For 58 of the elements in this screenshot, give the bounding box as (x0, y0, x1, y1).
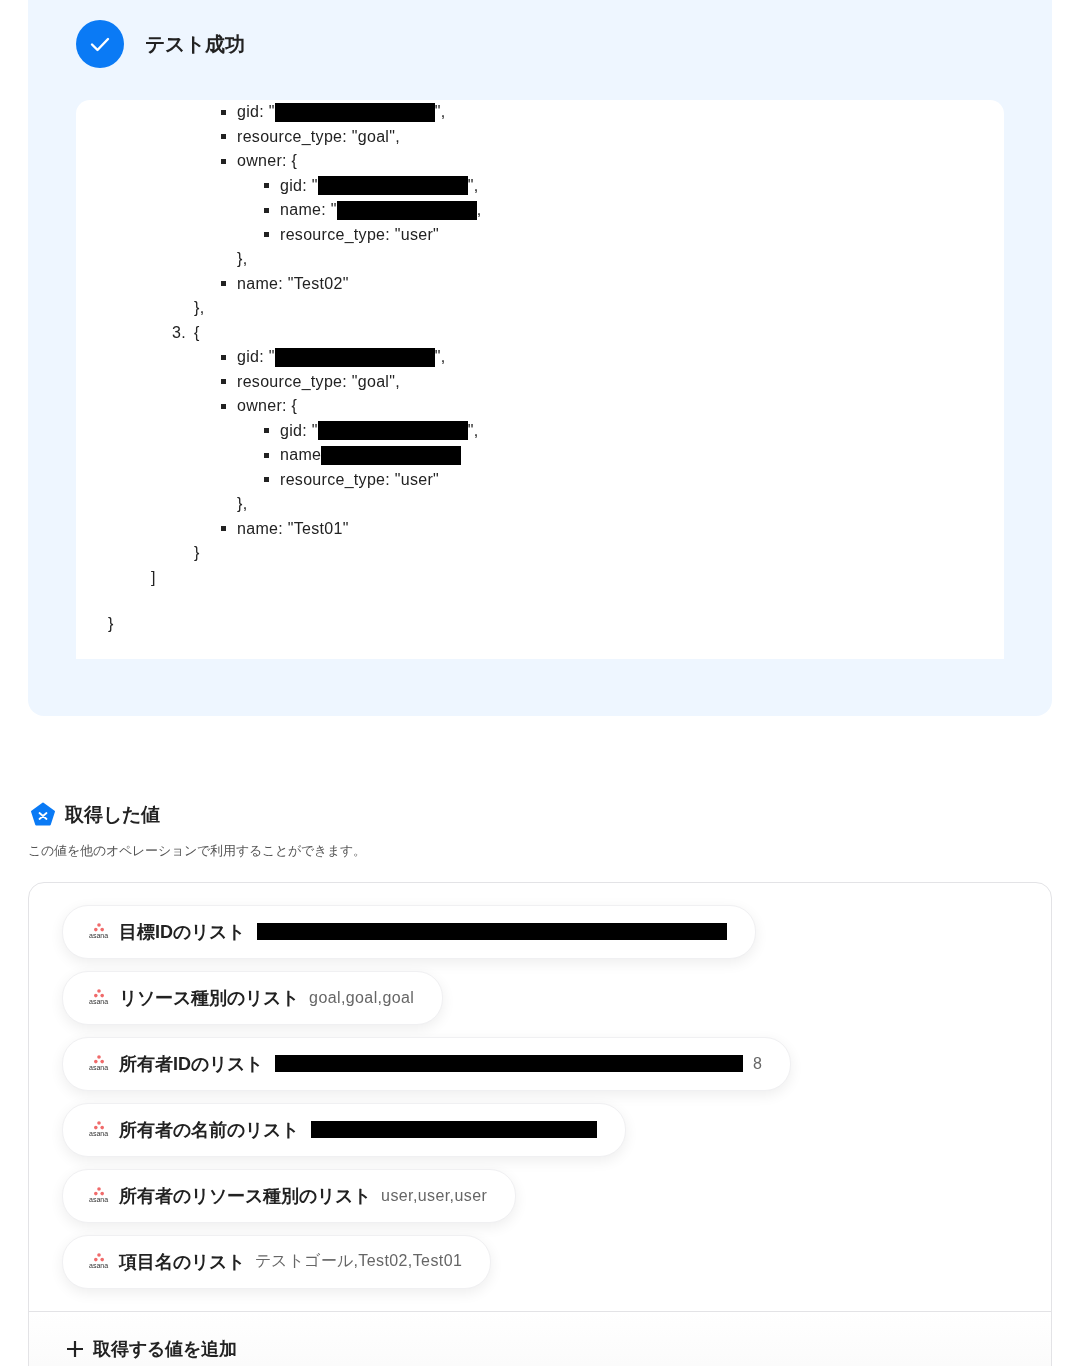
code-text: gid: " (280, 176, 318, 195)
dots-logo-icon (92, 1187, 105, 1196)
code-text: }, (237, 495, 248, 514)
bullet-icon (221, 403, 226, 409)
bullet-icon (221, 158, 226, 164)
dots-logo-icon (92, 1253, 105, 1262)
code-text: resource_type: "goal", (237, 127, 400, 146)
bullet-icon (221, 109, 226, 115)
code-text: ", (434, 103, 446, 122)
code-text: resource_type: "user" (280, 470, 440, 489)
code-text: gid: " (237, 103, 275, 122)
code-text: }, (237, 250, 248, 269)
section-title: 取得した値 (65, 802, 160, 827)
bullet-icon (221, 379, 226, 385)
bullet-icon (221, 354, 226, 360)
code-text: ", (467, 421, 479, 440)
plus-icon (66, 1339, 84, 1358)
value-text: goal,goal,goal (309, 988, 415, 1007)
code-text: name: " (280, 201, 337, 220)
bullet-icon (264, 477, 269, 483)
code-text: } (108, 615, 114, 634)
bullet-icon (264, 232, 269, 238)
code-text: resource_type: "user" (280, 225, 440, 244)
code-text: resource_type: "goal", (237, 372, 400, 391)
code-text: name: "Test02" (237, 274, 349, 293)
code-text: name (280, 446, 322, 465)
bullet-icon (221, 134, 226, 140)
code-text: , (476, 201, 482, 220)
bullet-icon (264, 207, 269, 213)
code-text: { (194, 323, 200, 342)
value-text: 8 (753, 1054, 763, 1073)
code-text: owner: { (237, 152, 298, 171)
bullet-icon (264, 428, 269, 434)
check-icon (76, 20, 124, 68)
bullet-icon (264, 183, 269, 189)
section-description: この値を他のオペレーションで利用することができます。 (28, 841, 367, 860)
code-text: ", (467, 176, 479, 195)
code-text: owner: { (237, 397, 298, 416)
value-text: user,user,user (381, 1186, 488, 1205)
code-text: gid: " (237, 348, 275, 367)
result-title: テスト成功 (145, 31, 245, 57)
code-text: ] (151, 568, 156, 587)
list-number: 3. (172, 323, 186, 342)
dots-logo-icon (92, 1055, 105, 1064)
bullet-icon (221, 281, 226, 287)
code-text: gid: " (280, 421, 318, 440)
bullet-icon (264, 452, 269, 458)
code-text: } (194, 544, 200, 563)
add-value-button[interactable]: 取得する値を追加 (66, 1336, 237, 1361)
code-text: name: "Test01" (237, 519, 349, 538)
dots-logo-icon (92, 1121, 105, 1130)
code-text: ", (434, 348, 446, 367)
pentagon-icon (30, 801, 56, 828)
bullet-icon (221, 526, 226, 532)
code-text: }, (194, 299, 205, 318)
dots-logo-icon (92, 923, 105, 932)
dots-logo-icon (92, 989, 105, 998)
value-text: テストゴール,Test02,Test01 (255, 1251, 463, 1271)
